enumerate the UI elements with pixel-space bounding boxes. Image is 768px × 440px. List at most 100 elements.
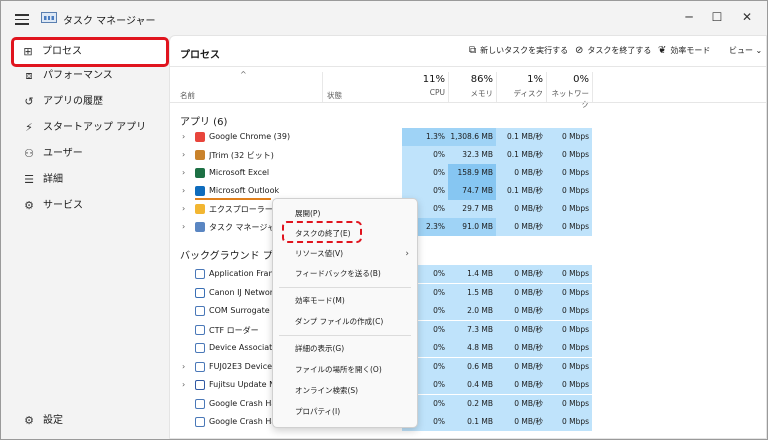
menu-item-label: フィードバックを送る(B) (295, 269, 381, 278)
column-header-disk[interactable]: 1% ディスク (496, 74, 543, 99)
network-value: 0 Mbps (546, 413, 592, 431)
memory-value: 74.7 MB (448, 182, 496, 200)
column-divider (546, 72, 547, 102)
sidebar-item-services[interactable]: ⚙ サービス (13, 193, 167, 219)
process-row[interactable]: Canon IJ Network S0%1.5 MB0 MB/秒0 Mbps (170, 283, 766, 302)
end-task-label: タスクを終了する (587, 46, 652, 55)
process-icon (195, 361, 205, 372)
outlook-focus-underline (195, 198, 271, 200)
process-name: Microsoft Excel (209, 168, 270, 177)
window-title: タスク マネージャー (63, 16, 156, 27)
process-row[interactable]: ›FUJ02E3 Device Dr0%0.6 MB0 MB/秒0 Mbps (170, 357, 766, 376)
minimize-button[interactable]: ─ (679, 9, 699, 25)
users-icon: ⚇ (24, 147, 34, 160)
sidebar-item-settings[interactable]: ⚙ 設定 (13, 408, 167, 434)
process-row[interactable]: CTF ローダー 0% 7.3 MB 0 MB/秒 0 Mbps (170, 320, 766, 339)
sidebar-item-label: ユーザー (43, 148, 83, 159)
process-row[interactable]: Google Crash Han 0% 0.2 MB 0 MB/秒 0 Mbps (170, 394, 766, 413)
disk-value: 0 MB/秒 (496, 413, 546, 431)
settings-icon: ⚙ (24, 414, 34, 427)
process-icon (195, 380, 205, 390)
page-title: プロセス (180, 50, 220, 61)
close-button[interactable]: ✕ (737, 9, 757, 25)
menu-item-label: プロパティ(I) (295, 407, 341, 416)
expand-chevron-icon[interactable]: › (182, 150, 185, 159)
process-row[interactable]: › JTrim (32 ビット) 0% 32.3 MB 0.1 MB/秒 0 Mbps (170, 146, 766, 164)
sidebar-item-details[interactable]: ☰ 詳細 (13, 167, 167, 193)
process-icon (195, 343, 205, 353)
expand-chevron-icon[interactable]: › (182, 362, 185, 371)
process-icon (195, 417, 205, 427)
process-name: Canon IJ Network S (209, 287, 275, 297)
menu-item-go-to-details[interactable]: 詳細の表示(G) (273, 339, 417, 359)
column-header-network[interactable]: 0% ネットワーク (546, 74, 590, 110)
menu-item-open-file-location[interactable]: ファイルの場所を開く(O) (273, 360, 417, 380)
hamburger-menu-icon[interactable] (15, 11, 29, 25)
sidebar-item-app-history[interactable]: ↺ アプリの履歴 (13, 89, 167, 115)
disk-value: 0 MB/秒 (496, 357, 546, 376)
process-row[interactable]: › Microsoft Excel 0% 158.9 MB 0 MB/秒 0 Mbps (170, 164, 766, 182)
disk-value: 0 MB/秒 (496, 320, 546, 339)
efficiency-mode-button[interactable]: ❦ 効率モード (658, 45, 710, 56)
app-icon (195, 222, 205, 232)
column-divider (322, 72, 323, 102)
menu-item-efficiency-mode[interactable]: 効率モード(M) (273, 291, 417, 311)
expand-chevron-icon[interactable]: › (182, 380, 185, 389)
process-name: Microsoft Outlook (209, 186, 280, 195)
memory-value: 1.4 MB (448, 265, 496, 283)
process-name: COM Surrogate (209, 306, 270, 315)
process-row[interactable]: Google Crash Han 0% 0.1 MB 0 MB/秒 0 Mbps (170, 413, 766, 431)
header-divider (170, 102, 766, 103)
process-icon (195, 398, 205, 409)
network-value: 0 Mbps (546, 302, 592, 320)
menu-separator (279, 287, 411, 288)
menu-item-resource-values[interactable]: リソース値(V) › (273, 244, 417, 264)
column-header-name[interactable]: 名前 (180, 90, 195, 101)
process-row[interactable]: COM Surrogate 0% 2.0 MB 0 MB/秒 0 Mbps (170, 302, 766, 320)
column-divider (592, 72, 593, 102)
menu-item-label: ダンプ ファイルの作成(C) (295, 317, 384, 326)
process-row[interactable]: ›Fujitsu Update Nav0%0.4 MB0 MB/秒0 Mbps (170, 376, 766, 394)
expand-chevron-icon[interactable]: › (182, 168, 185, 177)
column-header-status[interactable]: 状態 (327, 90, 342, 101)
disk-label: ディスク (513, 89, 543, 98)
memory-value: 158.9 MB (448, 164, 496, 182)
menu-item-label: オンライン検索(S) (295, 386, 359, 395)
process-name: Google Crash Han (209, 398, 275, 408)
expand-chevron-icon[interactable]: › (182, 186, 185, 195)
new-task-button[interactable]: ⧉ 新しいタスクを実行する (469, 45, 568, 56)
disk-total: 1% (527, 74, 543, 85)
expand-chevron-icon[interactable]: › (182, 132, 185, 141)
process-row[interactable]: Application Frame 0% 1.4 MB 0 MB/秒 0 Mbps (170, 265, 766, 283)
column-header-cpu[interactable]: 11% CPU (402, 74, 445, 97)
network-value: 0 Mbps (546, 265, 592, 283)
sidebar-item-label: 詳細 (43, 174, 63, 185)
disk-value: 0 MB/秒 (496, 164, 546, 182)
network-value: 0 Mbps (546, 128, 592, 146)
menu-item-properties[interactable]: プロパティ(I) (273, 402, 417, 422)
process-row[interactable]: Device Associatio 0% 4.8 MB 0 MB/秒 0 Mbps (170, 339, 766, 357)
disk-value: 0 MB/秒 (496, 265, 546, 283)
sidebar-item-users[interactable]: ⚇ ユーザー (13, 141, 167, 167)
process-row[interactable]: › Google Chrome (39) 1.3% 1,308.6 MB 0.1 MB/… (170, 128, 766, 146)
menu-item-search-online[interactable]: オンライン検索(S) (273, 381, 417, 401)
process-row[interactable]: › タスク マネージャー 2.3% 91.0 MB 0 MB/秒 0 Mbps (170, 218, 766, 236)
process-row[interactable]: › エクスプローラー 0% 29.7 MB 0 MB/秒 0 Mbps (170, 200, 766, 218)
task-manager-app-icon (41, 12, 57, 23)
sort-caret-icon: ^ (240, 70, 247, 79)
menu-item-feedback[interactable]: フィードバックを送る(B) (273, 264, 417, 284)
menu-item-create-dump[interactable]: ダンプ ファイルの作成(C) (273, 312, 417, 332)
memory-value: 91.0 MB (448, 218, 496, 236)
expand-chevron-icon[interactable]: › (182, 222, 185, 231)
memory-value: 2.0 MB (448, 302, 496, 320)
end-task-button[interactable]: ⊘ タスクを終了する (575, 45, 651, 56)
maximize-button[interactable]: ☐ (707, 9, 727, 25)
app-icon (195, 150, 205, 160)
sidebar-item-performance[interactable]: ⧈ パフォーマンス (13, 63, 167, 89)
expand-chevron-icon[interactable]: › (182, 204, 185, 213)
app-icon (195, 132, 205, 142)
column-header-memory[interactable]: 86% メモリ (448, 74, 494, 99)
view-dropdown[interactable]: ビュー ⌄ (729, 45, 762, 56)
app-icon (195, 186, 205, 196)
sidebar-item-startup[interactable]: ⚡ スタートアップ アプリ (13, 115, 167, 141)
